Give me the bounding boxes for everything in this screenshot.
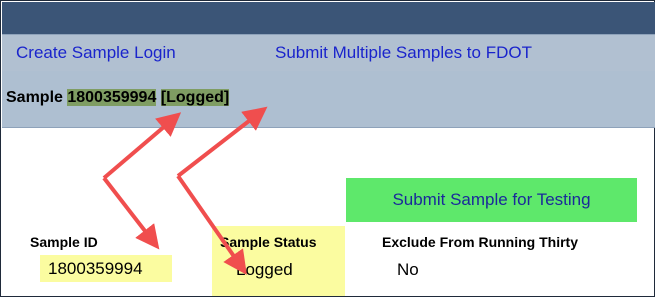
submit-sample-for-testing-button[interactable]: Submit Sample for Testing <box>346 178 637 222</box>
sample-title: Sample 1800359994 [Logged] <box>6 89 230 107</box>
sample-status-label: Sample Status <box>220 234 317 250</box>
link-bar: Create Sample Login Submit Multiple Samp… <box>2 34 655 72</box>
header-bar <box>2 2 655 34</box>
sample-id-label: Sample ID <box>30 234 98 250</box>
sample-number-highlight: 1800359994 <box>67 89 157 106</box>
exclude-running-thirty-label: Exclude From Running Thirty <box>382 234 579 250</box>
sample-header-bar: Sample 1800359994 [Logged] <box>2 71 655 128</box>
submit-multiple-samples-link[interactable]: Submit Multiple Samples to FDOT <box>275 43 532 63</box>
sample-id-value: 1800359994 <box>40 255 172 282</box>
sample-status-value: Logged <box>236 260 293 279</box>
sample-status-tag-highlight: [Logged] <box>160 89 230 106</box>
exclude-running-thirty-value: No <box>397 260 419 279</box>
sample-title-prefix: Sample <box>6 89 68 106</box>
create-sample-login-link[interactable]: Create Sample Login <box>16 43 176 63</box>
